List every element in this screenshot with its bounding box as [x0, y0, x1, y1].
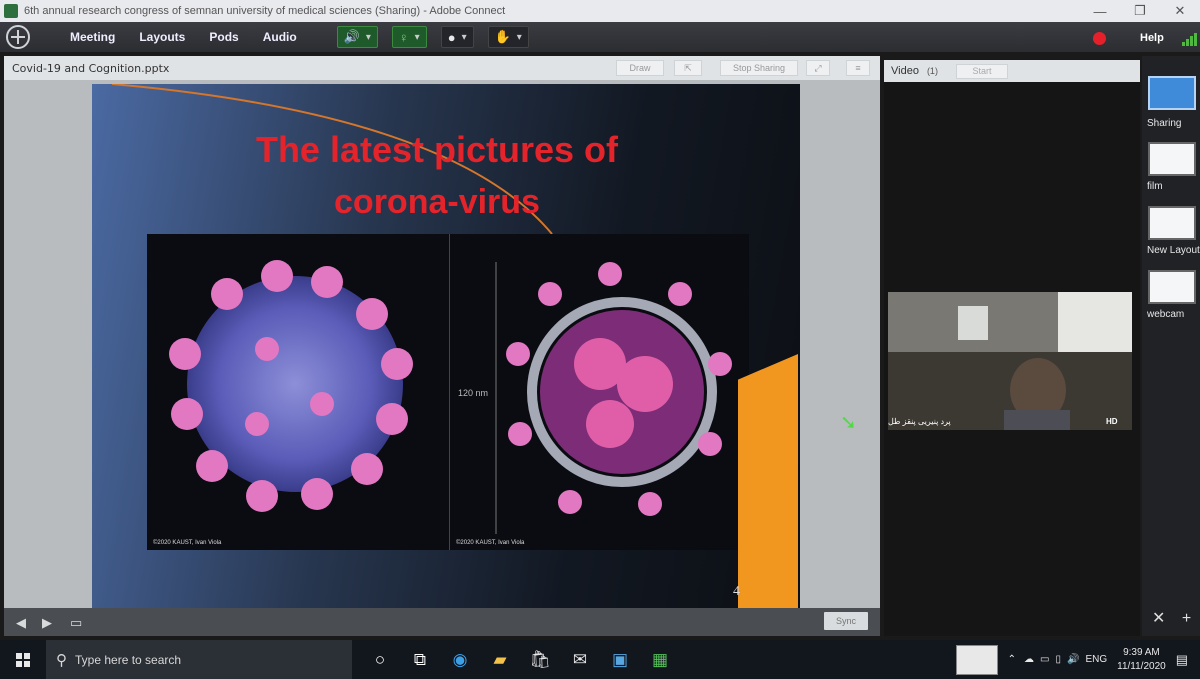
connection-signal-icon [1182, 32, 1198, 46]
layout-label-webcam: webcam [1147, 309, 1185, 320]
input-language[interactable]: ENG [1085, 654, 1107, 665]
system-tray: ⌃ ☁ ▭ ▯ 🔊 ENG 9:39 AM 11/11/2020 ▤ [955, 640, 1200, 679]
windows-logo-icon [16, 652, 30, 667]
start-webcam-button[interactable]: Start [956, 64, 1008, 79]
coronavirus-exterior-image: ©2020 KAUST, Ivan Viola [147, 234, 449, 550]
slide-viewport: The latest pictures of corona-virus ©202… [4, 80, 880, 610]
sync-button[interactable]: Sync [824, 612, 868, 630]
video-count: (1) [926, 66, 938, 76]
stop-sharing-button[interactable]: Stop Sharing [720, 60, 798, 76]
share-pod-title: Covid-19 and Cognition.pptx [12, 61, 170, 75]
taskbar-clock[interactable]: 9:39 AM 11/11/2020 [1117, 646, 1166, 674]
search-placeholder: Type here to search [75, 652, 182, 667]
start-button[interactable] [0, 640, 46, 679]
raise-hand-toggle[interactable]: ✋ ▾ [487, 26, 529, 48]
participant-video-feed[interactable] [888, 292, 1132, 430]
video-pod-title: Video [891, 65, 919, 77]
windows-taskbar: ⚲ Type here to search ○ ⧉ ◉ ▰ 🛍 ✉ ▣ ▦ ⌃ … [0, 640, 1200, 679]
close-button[interactable]: ✕ [1160, 3, 1200, 19]
webcam-icon: ● [447, 29, 456, 45]
next-slide-icon[interactable]: ▶ [42, 615, 52, 631]
microphone-icon: ♀ [398, 29, 409, 45]
window-title-bar: 6th annual research congress of semnan u… [0, 0, 1200, 22]
adobe-connect-app-icon [4, 4, 18, 18]
presentation-slide: The latest pictures of corona-virus ©202… [92, 84, 800, 610]
coronavirus-cross-section-image: 120 nm ©2020 KAUST, Ivan Viola [449, 234, 749, 550]
scale-label: 120 nm [458, 388, 489, 398]
clock-date: 11/11/2020 [1117, 660, 1166, 672]
webcam-toggle[interactable]: ● ▾ [440, 26, 474, 48]
layout-actions: ✕ + [1152, 608, 1191, 628]
chevron-down-icon: ▾ [365, 31, 371, 43]
pod-options-icon[interactable]: ≡ [846, 60, 870, 76]
taskbar-search[interactable]: ⚲ Type here to search [46, 640, 352, 679]
video-pod: Video (1) Start پرد پنیریی پنقز طل HD [884, 60, 1140, 636]
menu-bar: Meeting Layouts Pods Audio 🔊 ▾ ♀ ▾ ● ▾ ✋… [0, 22, 1200, 52]
slide-title: The latest pictures of corona-virus [152, 124, 722, 228]
add-layout-icon[interactable]: + [1182, 610, 1191, 627]
volume-icon[interactable]: 🔊 [1067, 654, 1079, 665]
raise-hand-icon: ✋ [494, 29, 511, 44]
battery-icon[interactable]: ▭ [1040, 654, 1049, 665]
show-hidden-icons[interactable]: ⌃ [1008, 654, 1016, 665]
share-pod-footer: ◀ ▶ ▭ Sync [4, 608, 880, 636]
microphone-toggle[interactable]: ♀ ▾ [391, 26, 427, 48]
maximize-button[interactable]: ❐ [1120, 3, 1160, 19]
menu-audio[interactable]: Audio [263, 30, 297, 44]
layout-thumb-film[interactable] [1148, 142, 1196, 176]
slide-orange-accent [738, 354, 798, 610]
previous-slide-icon[interactable]: ◀ [16, 615, 26, 631]
file-explorer-icon[interactable]: ▰ [480, 650, 520, 670]
help-menu[interactable]: Help [1140, 32, 1164, 44]
delete-layout-icon[interactable]: ✕ [1152, 610, 1165, 627]
slide-page-number: 4 [733, 584, 740, 599]
adobe-connect-logo-icon [0, 22, 36, 52]
video-pod-header: Video (1) Start [884, 60, 1140, 82]
hd-badge: HD [1106, 417, 1118, 426]
mail-icon[interactable]: ✉ [560, 650, 600, 670]
window-preview-thumbnail[interactable] [955, 644, 998, 675]
share-pod-header: Covid-19 and Cognition.pptx Draw ⇱ Stop … [4, 56, 880, 80]
clock-time: 9:39 AM [1123, 646, 1160, 658]
pointer-button[interactable]: ⇱ [674, 60, 702, 76]
layout-label-sharing: Sharing [1147, 118, 1182, 129]
presenter-pointer-icon: ➘ [840, 412, 857, 434]
notifications-icon[interactable]: ▤ [1176, 652, 1188, 668]
chevron-down-icon: ▾ [516, 31, 522, 43]
menu-meeting[interactable]: Meeting [70, 30, 115, 44]
slide-title-line-1: The latest pictures of [255, 129, 619, 170]
network-icon[interactable]: ▯ [1055, 654, 1061, 665]
draw-button[interactable]: Draw [616, 60, 664, 76]
image-credit: ©2020 KAUST, Ivan Viola [153, 540, 222, 546]
chevron-down-icon: ▾ [414, 31, 420, 43]
window-title: 6th annual research congress of semnan u… [24, 5, 506, 17]
fullscreen-icon[interactable]: ⤢ [806, 60, 830, 76]
menu-pods[interactable]: Pods [209, 30, 238, 44]
layout-label-film: film [1147, 181, 1163, 192]
participant-name: پرد پنیریی پنقز طل [888, 417, 951, 426]
slide-title-line-2: corona-virus [334, 183, 540, 221]
speaker-toggle[interactable]: 🔊 ▾ [336, 26, 378, 48]
share-pod: Covid-19 and Cognition.pptx Draw ⇱ Stop … [4, 56, 880, 636]
layout-label-new-layout: New Layout [1147, 245, 1200, 256]
cortana-icon[interactable]: ○ [360, 650, 400, 670]
image-credit: ©2020 KAUST, Ivan Viola [456, 540, 525, 546]
minimize-button[interactable]: — [1080, 4, 1120, 19]
onedrive-icon[interactable]: ☁ [1024, 654, 1034, 665]
store-icon[interactable]: 🛍 [520, 650, 560, 670]
layout-thumb-sharing[interactable] [1148, 76, 1196, 110]
menu-layouts[interactable]: Layouts [139, 30, 185, 44]
chevron-down-icon: ▾ [461, 31, 467, 43]
search-icon: ⚲ [56, 651, 67, 669]
layout-thumb-webcam[interactable] [1148, 270, 1196, 304]
edge-icon[interactable]: ◉ [440, 650, 480, 670]
layouts-sidebar: Sharing film New Layout webcam ✕ + [1142, 56, 1200, 636]
speaker-icon: 🔊 [343, 29, 360, 44]
layout-thumb-new-layout[interactable] [1148, 206, 1196, 240]
app-window-icon[interactable]: ▣ [600, 650, 640, 670]
recording-indicator[interactable] [1093, 32, 1106, 45]
adobe-connect-taskbar-icon[interactable]: ▦ [640, 650, 680, 670]
sidebar-toggle-icon[interactable]: ▭ [70, 615, 82, 631]
task-view-icon[interactable]: ⧉ [400, 650, 440, 670]
